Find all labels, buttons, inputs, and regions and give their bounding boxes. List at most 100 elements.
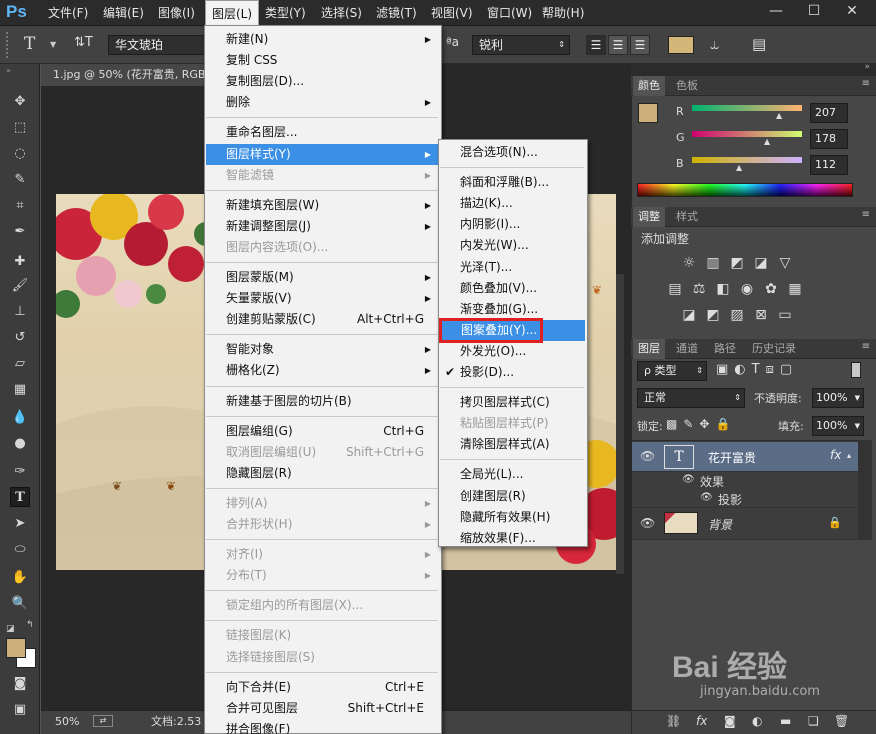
tab-channels[interactable]: 通道 <box>671 339 703 359</box>
menu-item[interactable]: 拷贝图层样式(C) <box>440 392 584 413</box>
menu-item[interactable]: 复制图层(D)... <box>206 71 438 92</box>
type-tool-icon[interactable]: T <box>10 487 30 507</box>
align-right-icon[interactable]: ☰ <box>630 35 650 55</box>
menu-item[interactable]: 光泽(T)... <box>440 257 584 278</box>
align-left-icon[interactable]: ☰ <box>586 35 606 55</box>
blend-mode-select[interactable]: 正常 ⇕ <box>637 388 745 408</box>
panel-menu-icon[interactable]: ≡ <box>862 209 870 220</box>
color-balance-icon[interactable]: ⚖ <box>690 281 708 297</box>
hand-tool-icon[interactable]: ✋ <box>10 568 30 588</box>
menu-item[interactable]: 隐藏所有效果(H) <box>440 507 584 528</box>
menu-view[interactable]: 视图(V) <box>425 0 479 26</box>
eraser-tool-icon[interactable]: ▱ <box>10 354 30 374</box>
layer-row-text[interactable]: 👁 T 花开富贵 fx ▴ <box>632 442 858 472</box>
layer-filter-kind-icons[interactable]: ▣◐T⧈▢ <box>716 362 798 377</box>
warp-text-icon[interactable]: ⥿ <box>710 34 719 54</box>
menu-item[interactable]: 新建调整图层(J) ▶ <box>206 216 438 237</box>
gradient-map-icon[interactable]: ▭ <box>776 307 794 323</box>
selective-color-icon[interactable]: ⊠ <box>752 307 770 323</box>
swap-colors-icon[interactable]: ↰ <box>26 620 34 630</box>
document-scrollbar[interactable] <box>616 274 624 574</box>
posterize-icon[interactable]: ◩ <box>704 307 722 323</box>
text-color-swatch[interactable] <box>668 36 694 54</box>
add-mask-icon[interactable]: ◙ <box>724 714 736 728</box>
color-lookup-icon[interactable]: ▦ <box>786 281 804 297</box>
menu-item[interactable]: 图层编组(G) Ctrl+G <box>206 421 438 442</box>
healing-brush-tool-icon[interactable]: ✚ <box>10 252 30 272</box>
photo-filter-icon[interactable]: ◉ <box>738 281 756 297</box>
menu-item[interactable]: 投影(D)... ✔ <box>440 362 584 383</box>
menu-item[interactable]: 清除图层样式(A) <box>440 434 584 455</box>
new-group-icon[interactable]: ▬ <box>780 714 791 728</box>
font-family-select[interactable]: 华文琥珀 <box>108 35 208 55</box>
menu-item[interactable]: 颜色叠加(V)... <box>440 278 584 299</box>
character-panel-icon[interactable]: ▤ <box>752 35 766 53</box>
channel-b-slider[interactable] <box>692 157 802 163</box>
menu-item[interactable]: 删除 ▶ <box>206 92 438 113</box>
slider-b-thumb[interactable]: ▲ <box>736 163 742 172</box>
menu-select[interactable]: 选择(S) <box>315 0 368 26</box>
marquee-tool-icon[interactable]: ⬚ <box>10 118 30 138</box>
eye-icon[interactable]: 👁 <box>640 449 655 463</box>
layer-row-background[interactable]: 👁 背景 🔒 <box>632 508 858 540</box>
menu-window[interactable]: 窗口(W) <box>481 0 538 26</box>
quick-select-tool-icon[interactable]: ✎ <box>10 170 30 190</box>
move-tool-icon[interactable]: ✥ <box>10 92 30 112</box>
menu-item[interactable]: 向下合并(E) Ctrl+E <box>206 677 438 698</box>
threshold-icon[interactable]: ▨ <box>728 307 746 323</box>
menu-item[interactable]: 缩放效果(F)... <box>440 528 584 549</box>
menu-item[interactable]: 创建图层(R) <box>440 486 584 507</box>
menu-item[interactable]: 全局光(L)... <box>440 464 584 485</box>
tab-adjustments[interactable]: 调整 <box>633 207 665 227</box>
brightness-contrast-icon[interactable]: ☼ <box>680 255 698 271</box>
link-layers-icon[interactable]: ⛓ <box>666 714 681 728</box>
adjustment-layer-icon[interactable]: ◐ <box>752 714 762 728</box>
menu-item[interactable]: 重命名图层... <box>206 122 438 143</box>
hue-saturation-icon[interactable]: ▤ <box>666 281 684 297</box>
menu-item[interactable]: 智能对象 ▶ <box>206 339 438 360</box>
menu-filter[interactable]: 滤镜(T) <box>370 0 423 26</box>
menu-layer[interactable]: 图层(L) <box>205 0 260 26</box>
type-tool-preset-icon[interactable]: T <box>24 34 35 54</box>
menu-help[interactable]: 帮助(H) <box>536 0 590 26</box>
gradient-tool-icon[interactable]: ▦ <box>10 380 30 400</box>
menu-item[interactable]: 描边(K)... <box>440 193 584 214</box>
eye-icon[interactable]: 👁 <box>700 492 713 503</box>
toggle-orientation-icon[interactable]: ⇅T <box>74 35 93 50</box>
levels-icon[interactable]: ▥ <box>704 255 722 271</box>
menu-item[interactable]: 新建基于图层的切片(B) <box>206 391 438 412</box>
menu-item[interactable]: 图案叠加(Y)... <box>439 317 543 343</box>
history-brush-tool-icon[interactable]: ↺ <box>10 328 30 348</box>
collapse-panels-icon[interactable]: » <box>864 62 870 72</box>
fill-input[interactable]: 100% ▼ <box>812 416 864 436</box>
dodge-tool-icon[interactable]: ● <box>10 434 30 454</box>
menu-item[interactable]: 内发光(W)... <box>440 235 584 256</box>
layer-effects-row[interactable]: 👁 效果 <box>632 472 858 490</box>
menu-item[interactable]: 内阴影(I)... <box>440 214 584 235</box>
menu-image[interactable]: 图像(I) <box>152 0 201 26</box>
default-colors-icon[interactable]: ◪ <box>6 624 15 634</box>
blur-tool-icon[interactable]: 💧 <box>10 408 30 428</box>
color-foreground-swatch[interactable] <box>638 103 658 123</box>
color-spectrum-ramp[interactable] <box>637 183 853 197</box>
slider-r-thumb[interactable]: ▲ <box>776 111 782 120</box>
eye-icon[interactable]: 👁 <box>640 516 655 530</box>
status-export-icon[interactable]: ⇄ <box>93 715 113 727</box>
quick-mask-icon[interactable]: ◙ <box>10 674 30 694</box>
menu-item[interactable]: 栅格化(Z) ▶ <box>206 360 438 381</box>
menu-item[interactable]: 图层样式(Y) ▶ <box>206 143 438 165</box>
channel-r-value[interactable]: 207 <box>810 103 848 123</box>
menu-file[interactable]: 文件(F) <box>42 0 94 26</box>
menu-item[interactable]: 拼合图像(F) <box>206 719 438 734</box>
align-center-icon[interactable]: ☰ <box>608 35 628 55</box>
add-style-icon[interactable]: fx <box>696 714 707 728</box>
antialias-select[interactable]: 锐利 ⇕ <box>472 35 570 55</box>
menu-item[interactable]: 斜面和浮雕(B)... <box>440 172 584 193</box>
close-button[interactable]: ✕ <box>838 2 866 20</box>
tab-history[interactable]: 历史记录 <box>747 339 801 359</box>
layer-filter-select[interactable]: ρ 类型 ⇕ <box>637 361 707 381</box>
menu-item[interactable]: 矢量蒙版(V) ▶ <box>206 288 438 309</box>
clone-stamp-tool-icon[interactable]: ⊥ <box>10 302 30 322</box>
menu-item[interactable]: 新建填充图层(W) ▶ <box>206 195 438 216</box>
layer-name[interactable]: 花开富贵 <box>708 449 756 466</box>
